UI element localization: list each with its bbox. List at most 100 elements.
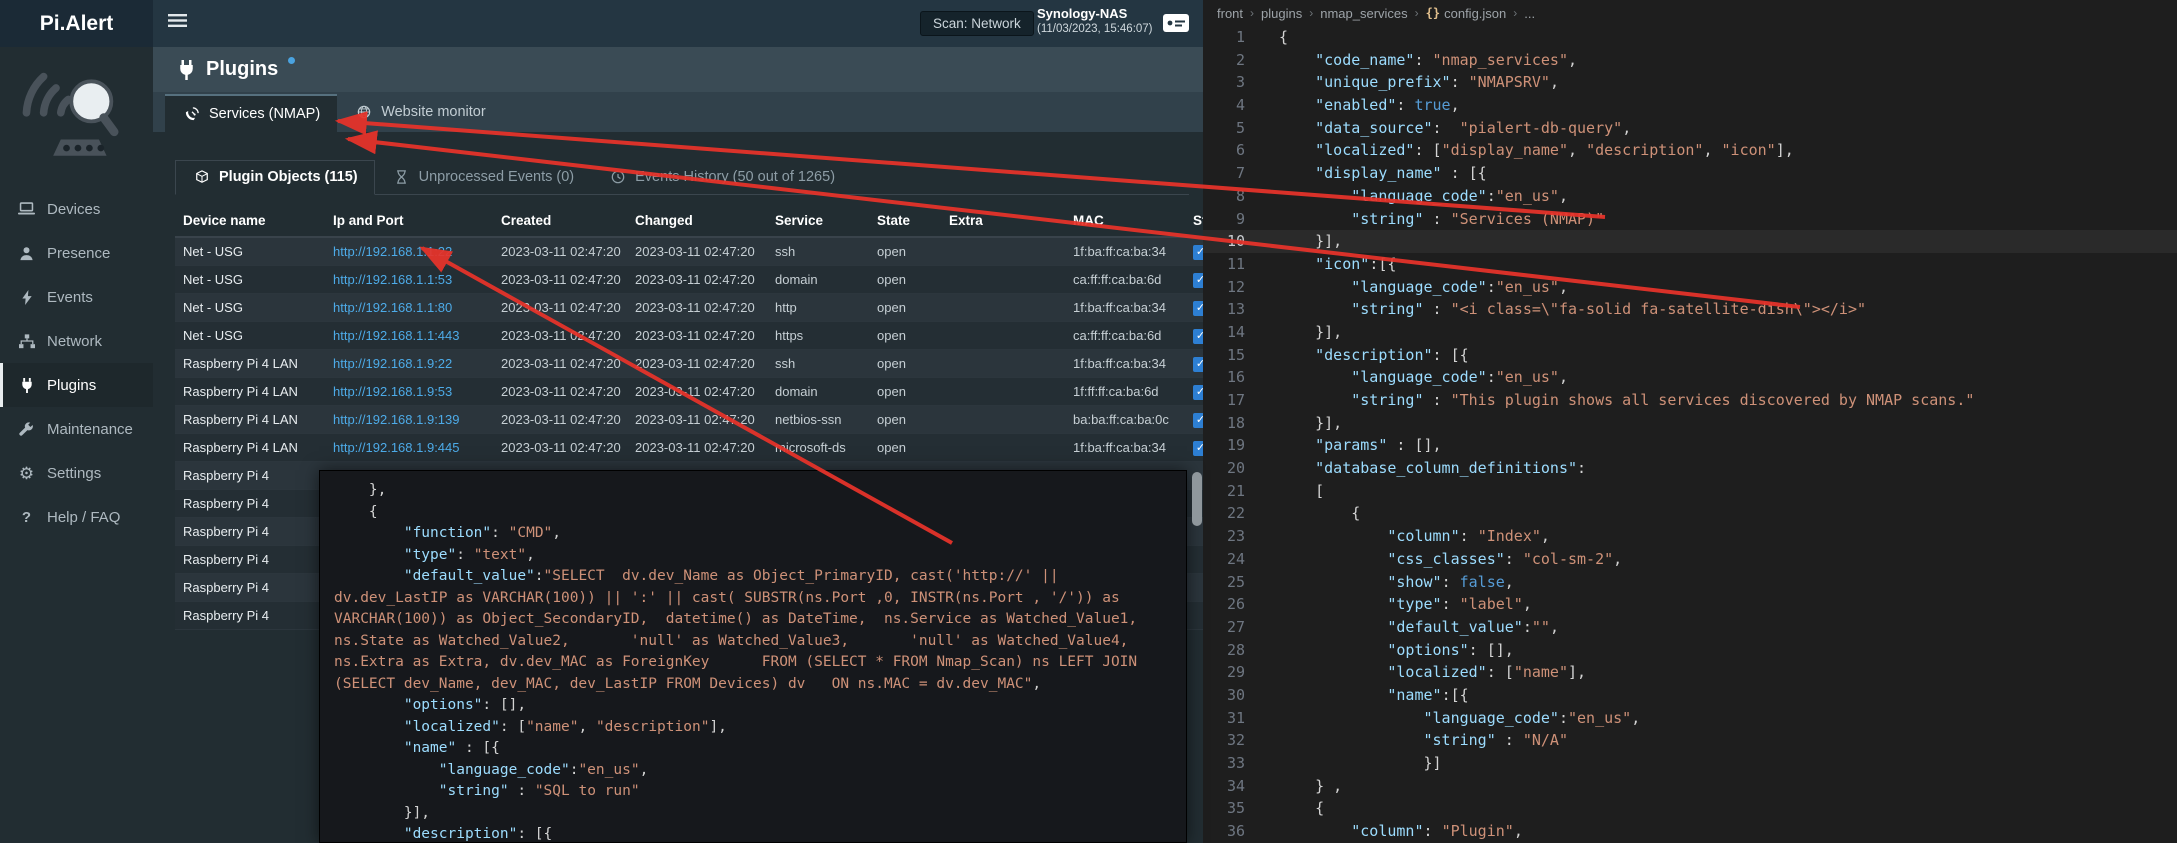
- column-header-changed[interactable]: Changed: [627, 207, 767, 237]
- table-row: Raspberry Pi 4 LAN http://192.168.1.9:53 2…: [175, 377, 1203, 405]
- tab-services-nmap[interactable]: Services (NMAP): [165, 94, 337, 132]
- json-braces-icon: {}: [1426, 6, 1440, 20]
- code-line: 2 "code_name": "nmap_services",: [1203, 49, 2177, 72]
- tab-website-monitor[interactable]: Website monitor: [337, 92, 503, 132]
- config-code-overlay: }, { "function": "CMD", "type": "text", …: [319, 470, 1187, 843]
- app-brand[interactable]: Pi.Alert: [0, 0, 153, 47]
- cell-changed: 2023-03-11 02:47:20: [627, 377, 767, 405]
- line-number: 33: [1203, 752, 1265, 775]
- editor-code-area[interactable]: 1{2 "code_name": "nmap_services",3 "uniq…: [1203, 26, 2177, 843]
- line-number: 23: [1203, 525, 1265, 548]
- tab-unprocessed-events-0[interactable]: Unprocessed Events (0): [375, 160, 592, 195]
- column-header-stat[interactable]: Stat: [1185, 207, 1203, 237]
- sidebar-item-events[interactable]: Events: [0, 275, 153, 319]
- code-line: 12 "language_code":"en_us",: [1203, 276, 2177, 299]
- status-checkbox[interactable]: ✓: [1193, 441, 1203, 456]
- cell-status: ✓: [1185, 405, 1203, 433]
- column-header-mac[interactable]: MAC: [1065, 207, 1185, 237]
- nas-icon[interactable]: [1160, 9, 1192, 42]
- cell-state: open: [869, 405, 941, 433]
- status-checkbox[interactable]: ✓: [1193, 301, 1203, 316]
- code-line: 9 "string" : "Services (NMAP)": [1203, 208, 2177, 231]
- breadcrumb-more[interactable]: ...: [1524, 6, 1535, 21]
- ip-port-link[interactable]: http://192.168.1.9:139: [333, 412, 460, 427]
- sidebar-item-label: Presence: [47, 245, 110, 262]
- code-line: 18 }],: [1203, 412, 2177, 435]
- breadcrumb-plugins[interactable]: plugins: [1261, 6, 1302, 21]
- editor-breadcrumb: front›plugins›nmap_services›{}config.jso…: [1203, 0, 2177, 26]
- sidebar-item-presence[interactable]: Presence: [0, 231, 153, 275]
- line-number: 8: [1203, 185, 1265, 208]
- sidebar-item-devices[interactable]: Devices: [0, 187, 153, 231]
- column-header-service[interactable]: Service: [767, 207, 869, 237]
- line-number: 5: [1203, 117, 1265, 140]
- ip-port-link[interactable]: http://192.168.1.1:53: [333, 272, 452, 287]
- line-content: "language_code":"en_us",: [1265, 276, 2177, 299]
- hourglass-icon: [392, 170, 411, 184]
- code-line: 21 [: [1203, 480, 2177, 503]
- cell-status: [1185, 601, 1203, 629]
- tab-plugin-objects-115[interactable]: Plugin Objects (115): [175, 160, 375, 195]
- column-header-state[interactable]: State: [869, 207, 941, 237]
- ip-port-link[interactable]: http://192.168.1.9:22: [333, 356, 452, 371]
- line-content: "localized": ["display_name", "descripti…: [1265, 139, 2177, 162]
- column-header-extra[interactable]: Extra: [941, 207, 1065, 237]
- sidebar-item-help-faq[interactable]: ?Help / FAQ: [0, 495, 153, 539]
- cell-extra: [941, 405, 1065, 433]
- code-line: 13 "string" : "<i class=\"fa-solid fa-sa…: [1203, 298, 2177, 321]
- sidebar-item-plugins[interactable]: Plugins: [0, 363, 153, 407]
- ip-port-link[interactable]: http://192.168.1.1:80: [333, 300, 452, 315]
- history-icon: [608, 170, 627, 184]
- cell-state: open: [869, 237, 941, 265]
- line-content: "database_column_definitions":: [1265, 457, 2177, 480]
- status-checkbox[interactable]: ✓: [1193, 357, 1203, 372]
- column-header-device-name[interactable]: Device name: [175, 207, 325, 237]
- status-checkbox[interactable]: ✓: [1193, 329, 1203, 344]
- cell-device-name: Raspberry Pi 4 LAN: [175, 349, 325, 377]
- wrench-icon: [17, 422, 36, 437]
- cell-device-name: Net - USG: [175, 265, 325, 293]
- cell-service: http: [767, 293, 869, 321]
- line-content: "column": "Plugin",: [1265, 820, 2177, 843]
- tab-events-history-50-out-of-1265[interactable]: Events History (50 out of 1265): [591, 160, 852, 195]
- cell-service: https: [767, 321, 869, 349]
- tab-label: Unprocessed Events (0): [419, 169, 575, 185]
- table-row: Raspberry Pi 4 LANhttp://192.168.1.9:445…: [175, 433, 1203, 461]
- column-header-ip-and-port[interactable]: Ip and Port: [325, 207, 493, 237]
- line-number: 28: [1203, 639, 1265, 662]
- status-checkbox[interactable]: ✓: [1193, 245, 1203, 260]
- status-checkbox[interactable]: ✓: [1193, 385, 1203, 400]
- host-info: Synology-NAS (11/03/2023, 15:46:07): [1037, 6, 1153, 35]
- breadcrumb-front[interactable]: front: [1217, 6, 1243, 21]
- scrollbar-thumb[interactable]: [1192, 472, 1202, 526]
- ip-port-link[interactable]: http://192.168.1.1:443: [333, 328, 460, 343]
- line-number: 17: [1203, 389, 1265, 412]
- line-content: "params" : [],: [1265, 434, 2177, 457]
- sidebar-item-maintenance[interactable]: Maintenance: [0, 407, 153, 451]
- line-number: 10: [1203, 230, 1265, 253]
- ip-port-link[interactable]: http://192.168.1.1:22: [333, 244, 452, 259]
- line-content: "description": [{: [1265, 344, 2177, 367]
- sidebar-item-label: Settings: [47, 465, 101, 482]
- code-line: 36 "column": "Plugin",: [1203, 820, 2177, 843]
- status-checkbox[interactable]: ✓: [1193, 273, 1203, 288]
- tab-label: Website monitor: [381, 104, 486, 120]
- breadcrumb-config-json[interactable]: {}config.json: [1426, 6, 1507, 21]
- line-number: 2: [1203, 49, 1265, 72]
- line-content: "data_source": "pialert-db-query",: [1265, 117, 2177, 140]
- ip-port-link[interactable]: http://192.168.1.9:445: [333, 440, 460, 455]
- ip-port-link[interactable]: http://192.168.1.9:53: [333, 384, 452, 399]
- code-line: 29 "localized": ["name"],: [1203, 661, 2177, 684]
- sidebar-item-settings[interactable]: ⚙Settings: [0, 451, 153, 495]
- info-dot[interactable]: [288, 57, 295, 64]
- column-header-created[interactable]: Created: [493, 207, 627, 237]
- question-icon: ?: [17, 509, 36, 526]
- code-line: 27 "default_value":"",: [1203, 616, 2177, 639]
- cell-created: 2023-03-11 02:47:20: [493, 293, 627, 321]
- cell-changed: 2023-03-11 02:47:20: [627, 433, 767, 461]
- breadcrumb-nmap-services[interactable]: nmap_services: [1320, 6, 1407, 21]
- hamburger-icon[interactable]: [168, 13, 187, 33]
- sidebar-item-network[interactable]: Network: [0, 319, 153, 363]
- status-checkbox[interactable]: ✓: [1193, 413, 1203, 428]
- cell-device-name: Raspberry Pi 4 LAN: [175, 377, 325, 405]
